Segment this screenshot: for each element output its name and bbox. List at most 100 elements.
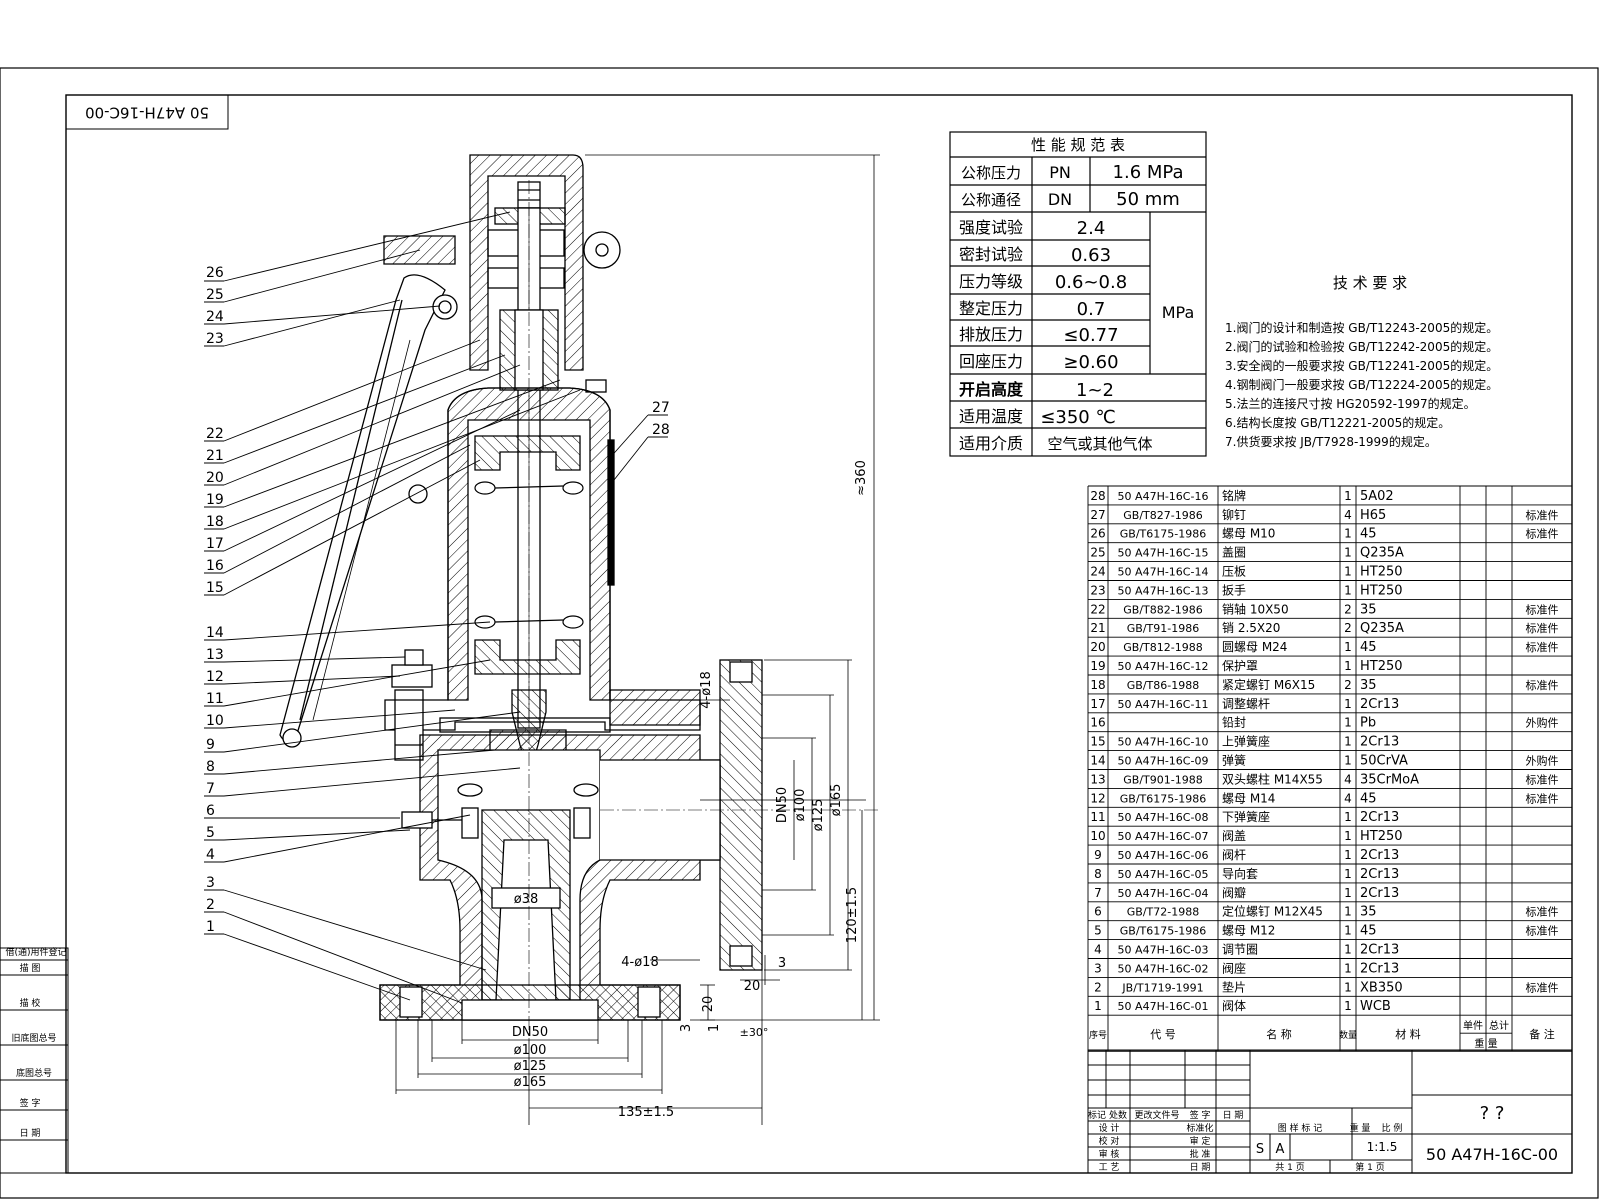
part-label: 5 bbox=[206, 825, 215, 841]
spec-row-value: 0.7 bbox=[1077, 299, 1106, 320]
sheet-number: 第 1 页 bbox=[1355, 1161, 1384, 1173]
rev-label: 处数 bbox=[1109, 1109, 1127, 1121]
tech-req-title: 技 术 要 求 bbox=[1333, 274, 1407, 292]
bom-cell-no: 1 bbox=[1094, 999, 1102, 1013]
spec-pn-label: 公称压力 bbox=[961, 164, 1021, 182]
bom-cell-code: GB/T6175-1986 bbox=[1120, 925, 1206, 938]
bom-cell-no: 6 bbox=[1094, 905, 1102, 919]
side-flange bbox=[719, 659, 763, 971]
spec-row-value: 2.4 bbox=[1077, 218, 1106, 239]
bom-cell-material: 2Cr13 bbox=[1360, 886, 1399, 901]
bom-cell-code: GB/T86-1988 bbox=[1127, 679, 1199, 692]
left-strip-label: 借(通)用件登记 bbox=[5, 946, 66, 958]
bom-cell-note: 标准件 bbox=[1526, 678, 1559, 692]
spec-dn-val: 50 mm bbox=[1116, 189, 1180, 210]
bom-cell-note: 外购件 bbox=[1526, 716, 1559, 730]
bom-cell-name: 圆螺母 M24 bbox=[1222, 640, 1287, 654]
bom-cell-material: Pb bbox=[1360, 716, 1376, 731]
bom-cell-note: 标准件 bbox=[1526, 924, 1559, 938]
bom-cell-no: 7 bbox=[1094, 886, 1102, 900]
part-label: 21 bbox=[206, 448, 224, 464]
bom-cell-qty: 4 bbox=[1344, 791, 1352, 805]
bom-header-no: 序号 bbox=[1089, 1029, 1107, 1041]
bom-cell-code: 50 A47H-16C-03 bbox=[1118, 944, 1209, 957]
dim-gap3: 1 bbox=[707, 1024, 722, 1032]
bom-cell-qty: 4 bbox=[1344, 508, 1352, 522]
bom-cell-qty: 4 bbox=[1344, 772, 1352, 786]
bom-cell-qty: 1 bbox=[1344, 905, 1352, 919]
bom-cell-code: 50 A47H-16C-10 bbox=[1118, 736, 1209, 749]
part-label: 12 bbox=[206, 669, 224, 685]
bom-cell-code: 50 A47H-16C-11 bbox=[1118, 698, 1209, 711]
part-label: 22 bbox=[206, 426, 224, 442]
tech-req-item: 3.安全阀的一般要求按 GB/T12241-2005的规定。 bbox=[1225, 358, 1498, 373]
bom-cell-note: 标准件 bbox=[1526, 772, 1559, 786]
bom-cell-code: JB/T1719-1991 bbox=[1121, 981, 1203, 994]
bom-cell-qty: 2 bbox=[1344, 678, 1352, 692]
spec-pn-val: 1.6 MPa bbox=[1113, 162, 1184, 183]
bom-cell-name: 螺母 M10 bbox=[1222, 527, 1275, 541]
tech-req-item: 6.结构长度按 GB/T12221-2005的规定。 bbox=[1225, 415, 1450, 430]
bom-cell-no: 11 bbox=[1090, 810, 1105, 824]
bom-cell-qty: 1 bbox=[1344, 583, 1352, 597]
spec-row-value: 0.63 bbox=[1071, 245, 1111, 266]
bom-cell-material: HT250 bbox=[1360, 659, 1403, 674]
left-strip-label: 签 字 bbox=[20, 1097, 41, 1109]
spec-lift-val: 1~2 bbox=[1076, 380, 1114, 401]
stage-label: 图 样 标 记 bbox=[1278, 1122, 1323, 1134]
title-stamp: 50 A47H-16C-00 bbox=[65, 94, 229, 130]
technical-requirements: 技 术 要 求 1.阀门的设计和制造按 GB/T12243-2005的规定。 2… bbox=[1225, 274, 1498, 449]
sign-label: 审 核 bbox=[1099, 1148, 1120, 1160]
bom-cell-name: 销 2.5X20 bbox=[1222, 621, 1280, 635]
bom-cell-code: 50 A47H-16C-01 bbox=[1118, 1000, 1209, 1013]
bom-cell-note: 标准件 bbox=[1526, 640, 1559, 654]
spec-row-label: 压力等级 bbox=[959, 272, 1023, 291]
spec-pn-sym: PN bbox=[1049, 163, 1071, 182]
weight-label: 重 量 bbox=[1350, 1122, 1371, 1134]
left-strip-label: 描 图 bbox=[20, 962, 41, 974]
bom-cell-no: 25 bbox=[1090, 546, 1105, 560]
bom-cell-code: 50 A47H-16C-13 bbox=[1118, 584, 1209, 597]
part-label: 4 bbox=[206, 847, 215, 863]
bom-cell-no: 13 bbox=[1090, 772, 1105, 786]
bom-cell-code: GB/T72-1988 bbox=[1127, 906, 1199, 919]
spec-dn-label: 公称通径 bbox=[961, 191, 1021, 209]
bom-cell-qty: 1 bbox=[1344, 943, 1352, 957]
left-strip-label: 日 期 bbox=[20, 1128, 41, 1139]
spec-medium-val: 空气或其他气体 bbox=[1047, 435, 1152, 453]
bom-cell-note: 标准件 bbox=[1526, 621, 1559, 635]
bom-cell-name: 阀瓣 bbox=[1222, 886, 1246, 900]
part-label: 17 bbox=[206, 536, 224, 552]
part-label: 8 bbox=[206, 759, 215, 775]
bom-cell-qty: 2 bbox=[1344, 621, 1352, 635]
part-label: 3 bbox=[206, 875, 215, 891]
bom-cell-code: 50 A47H-16C-09 bbox=[1118, 755, 1209, 768]
bom-cell-material: HT250 bbox=[1360, 829, 1403, 844]
bom-cell-no: 18 bbox=[1090, 678, 1105, 692]
bom-cell-name: 双头螺柱 M14X55 bbox=[1222, 771, 1323, 786]
bom-cell-name: 阀体 bbox=[1222, 999, 1246, 1013]
tech-req-item: 1.阀门的设计和制造按 GB/T12243-2005的规定。 bbox=[1225, 320, 1498, 335]
bom-cell-name: 盖圈 bbox=[1222, 546, 1246, 560]
bom-header-note: 备 注 bbox=[1529, 1027, 1555, 1041]
dim-side-dn: DN50 bbox=[775, 787, 790, 823]
dim-gap1: 3 bbox=[778, 956, 786, 971]
spec-title: 性 能 规 范 表 bbox=[1031, 136, 1125, 154]
dim-height-total: ≈360 bbox=[854, 460, 869, 496]
bom-cell-qty: 1 bbox=[1344, 565, 1352, 579]
dim-bottom-d3: ø165 bbox=[514, 1075, 547, 1090]
bom-cell-name: 螺母 M12 bbox=[1222, 924, 1275, 938]
nameplate bbox=[607, 439, 615, 586]
dim-bottom-d2: ø125 bbox=[514, 1059, 547, 1074]
dim-side-d1: ø100 bbox=[793, 789, 808, 822]
part-label: 15 bbox=[206, 580, 224, 596]
bom-cell-code: 50 A47H-16C-15 bbox=[1118, 547, 1209, 560]
bom-cell-no: 5 bbox=[1094, 924, 1102, 938]
bom-cell-name: 上弹簧座 bbox=[1222, 734, 1270, 749]
spec-unit: MPa bbox=[1162, 303, 1195, 322]
bom-cell-name: 铭牌 bbox=[1222, 488, 1246, 503]
bom-cell-material: 2Cr13 bbox=[1360, 943, 1399, 958]
bom-cell-no: 4 bbox=[1094, 943, 1102, 957]
left-strip-label: 旧底图总号 bbox=[11, 1032, 56, 1044]
bom-cell-name: 垫片 bbox=[1222, 979, 1246, 994]
